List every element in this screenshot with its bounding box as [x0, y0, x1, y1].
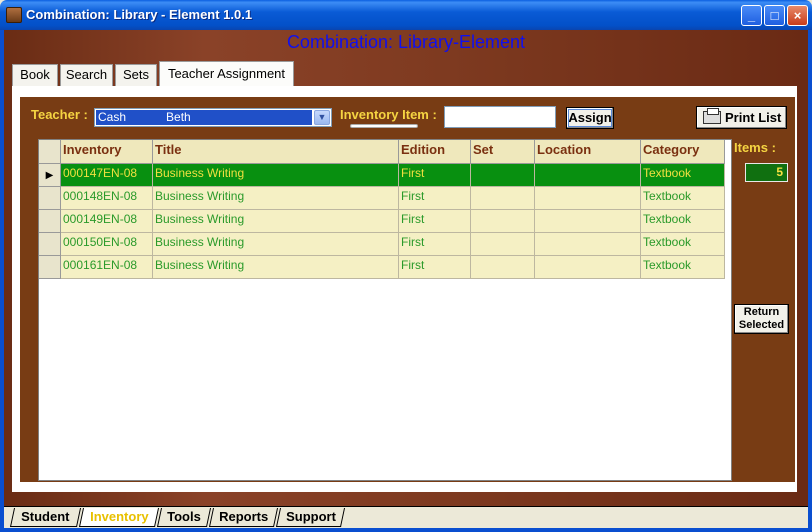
column-header-edition[interactable]: Edition	[399, 140, 471, 164]
inventory-item-label: Inventory Item :	[340, 107, 437, 122]
page-title: Combination: Library-Element	[286, 32, 526, 52]
teacher-select[interactable]: Cash Beth ▼	[94, 108, 332, 127]
items-label: Items :	[734, 140, 776, 155]
column-header-category[interactable]: Category	[641, 140, 725, 164]
cell-set[interactable]	[471, 164, 535, 187]
print-list-button[interactable]: Print List	[696, 106, 787, 129]
maximize-button[interactable]: □	[764, 5, 785, 26]
table-row[interactable]: 000149EN-08 Business Writing First Textb…	[39, 210, 725, 233]
table-row[interactable]: 000161EN-08 Business Writing First Textb…	[39, 256, 725, 279]
table-row[interactable]: 000148EN-08 Business Writing First Textb…	[39, 187, 725, 210]
cell-inventory[interactable]: 000150EN-08	[61, 233, 153, 256]
column-header-location[interactable]: Location	[535, 140, 641, 164]
title-bar[interactable]: Combination: Library - Element 1.0.1 _ □…	[0, 0, 812, 30]
cell-category[interactable]: Textbook	[641, 210, 725, 233]
grid-corner	[39, 140, 61, 164]
printer-icon	[703, 108, 721, 124]
inventory-item-indicator	[350, 124, 418, 128]
cell-category[interactable]: Textbook	[641, 164, 725, 187]
close-button[interactable]: ×	[787, 5, 808, 26]
cell-inventory[interactable]: 000161EN-08	[61, 256, 153, 279]
table-row[interactable]: 000150EN-08 Business Writing First Textb…	[39, 233, 725, 256]
cell-title[interactable]: Business Writing	[153, 233, 399, 256]
column-header-set[interactable]: Set	[471, 140, 535, 164]
bottom-tab-tools-label: Tools	[167, 509, 201, 524]
cell-title[interactable]: Business Writing	[153, 164, 399, 187]
bottom-tab-inventory[interactable]: Inventory	[78, 508, 160, 527]
cell-title[interactable]: Business Writing	[153, 210, 399, 233]
bottom-tab-support[interactable]: Support	[275, 508, 346, 527]
teacher-select-value: Cash Beth	[96, 110, 312, 125]
minimize-button[interactable]: _	[741, 5, 762, 26]
inventory-grid[interactable]: Inventory Title Edition Set Location Cat…	[38, 139, 732, 481]
bottom-tab-inventory-label: Inventory	[89, 509, 149, 524]
row-selector[interactable]	[39, 233, 61, 256]
column-header-title[interactable]: Title	[153, 140, 399, 164]
cell-category[interactable]: Textbook	[641, 256, 725, 279]
chevron-down-icon[interactable]: ▼	[314, 110, 330, 125]
cell-location[interactable]	[535, 210, 641, 233]
teacher-label: Teacher :	[31, 107, 88, 122]
tab-book[interactable]: Book	[12, 64, 58, 86]
app-icon	[6, 7, 22, 23]
bottom-tab-support-label: Support	[285, 509, 336, 524]
cell-edition[interactable]: First	[399, 164, 471, 187]
tab-sets[interactable]: Sets	[115, 64, 157, 86]
tab-search[interactable]: Search	[60, 64, 113, 86]
cell-edition[interactable]: First	[399, 256, 471, 279]
row-selector-arrow-icon[interactable]: ▶	[39, 164, 61, 187]
cell-set[interactable]	[471, 256, 535, 279]
bottom-tab-student-label: Student	[21, 509, 70, 524]
print-list-label: Print List	[725, 110, 782, 125]
cell-location[interactable]	[535, 164, 641, 187]
cell-edition[interactable]: First	[399, 187, 471, 210]
return-selected-button[interactable]: Return Selected	[734, 304, 789, 334]
cell-category[interactable]: Textbook	[641, 187, 725, 210]
cell-edition[interactable]: First	[399, 210, 471, 233]
cell-title[interactable]: Business Writing	[153, 187, 399, 210]
assign-button[interactable]: Assign	[566, 107, 614, 129]
bottom-tab-tools[interactable]: Tools	[156, 508, 212, 527]
items-count: 5	[745, 163, 788, 182]
cell-title[interactable]: Business Writing	[153, 256, 399, 279]
cell-location[interactable]	[535, 256, 641, 279]
window-title: Combination: Library - Element 1.0.1	[26, 7, 253, 22]
row-selector[interactable]	[39, 256, 61, 279]
table-row[interactable]: ▶ 000147EN-08 Business Writing First Tex…	[39, 164, 725, 187]
cell-category[interactable]: Textbook	[641, 233, 725, 256]
cell-set[interactable]	[471, 187, 535, 210]
cell-edition[interactable]: First	[399, 233, 471, 256]
cell-location[interactable]	[535, 187, 641, 210]
column-header-inventory[interactable]: Inventory	[61, 140, 153, 164]
row-selector[interactable]	[39, 210, 61, 233]
cell-inventory[interactable]: 000149EN-08	[61, 210, 153, 233]
bottom-tab-student[interactable]: Student	[9, 508, 82, 527]
cell-inventory[interactable]: 000148EN-08	[61, 187, 153, 210]
tab-teacher-assignment[interactable]: Teacher Assignment	[159, 61, 294, 87]
cell-set[interactable]	[471, 210, 535, 233]
return-selected-label-line2: Selected	[738, 319, 785, 331]
cell-location[interactable]	[535, 233, 641, 256]
cell-inventory[interactable]: 000147EN-08	[61, 164, 153, 187]
return-selected-label-line1: Return	[743, 306, 780, 318]
row-selector[interactable]	[39, 187, 61, 210]
bottom-tab-reports-label: Reports	[219, 509, 269, 524]
cell-set[interactable]	[471, 233, 535, 256]
bottom-tab-reports[interactable]: Reports	[208, 508, 279, 527]
inventory-item-input[interactable]	[444, 106, 556, 128]
